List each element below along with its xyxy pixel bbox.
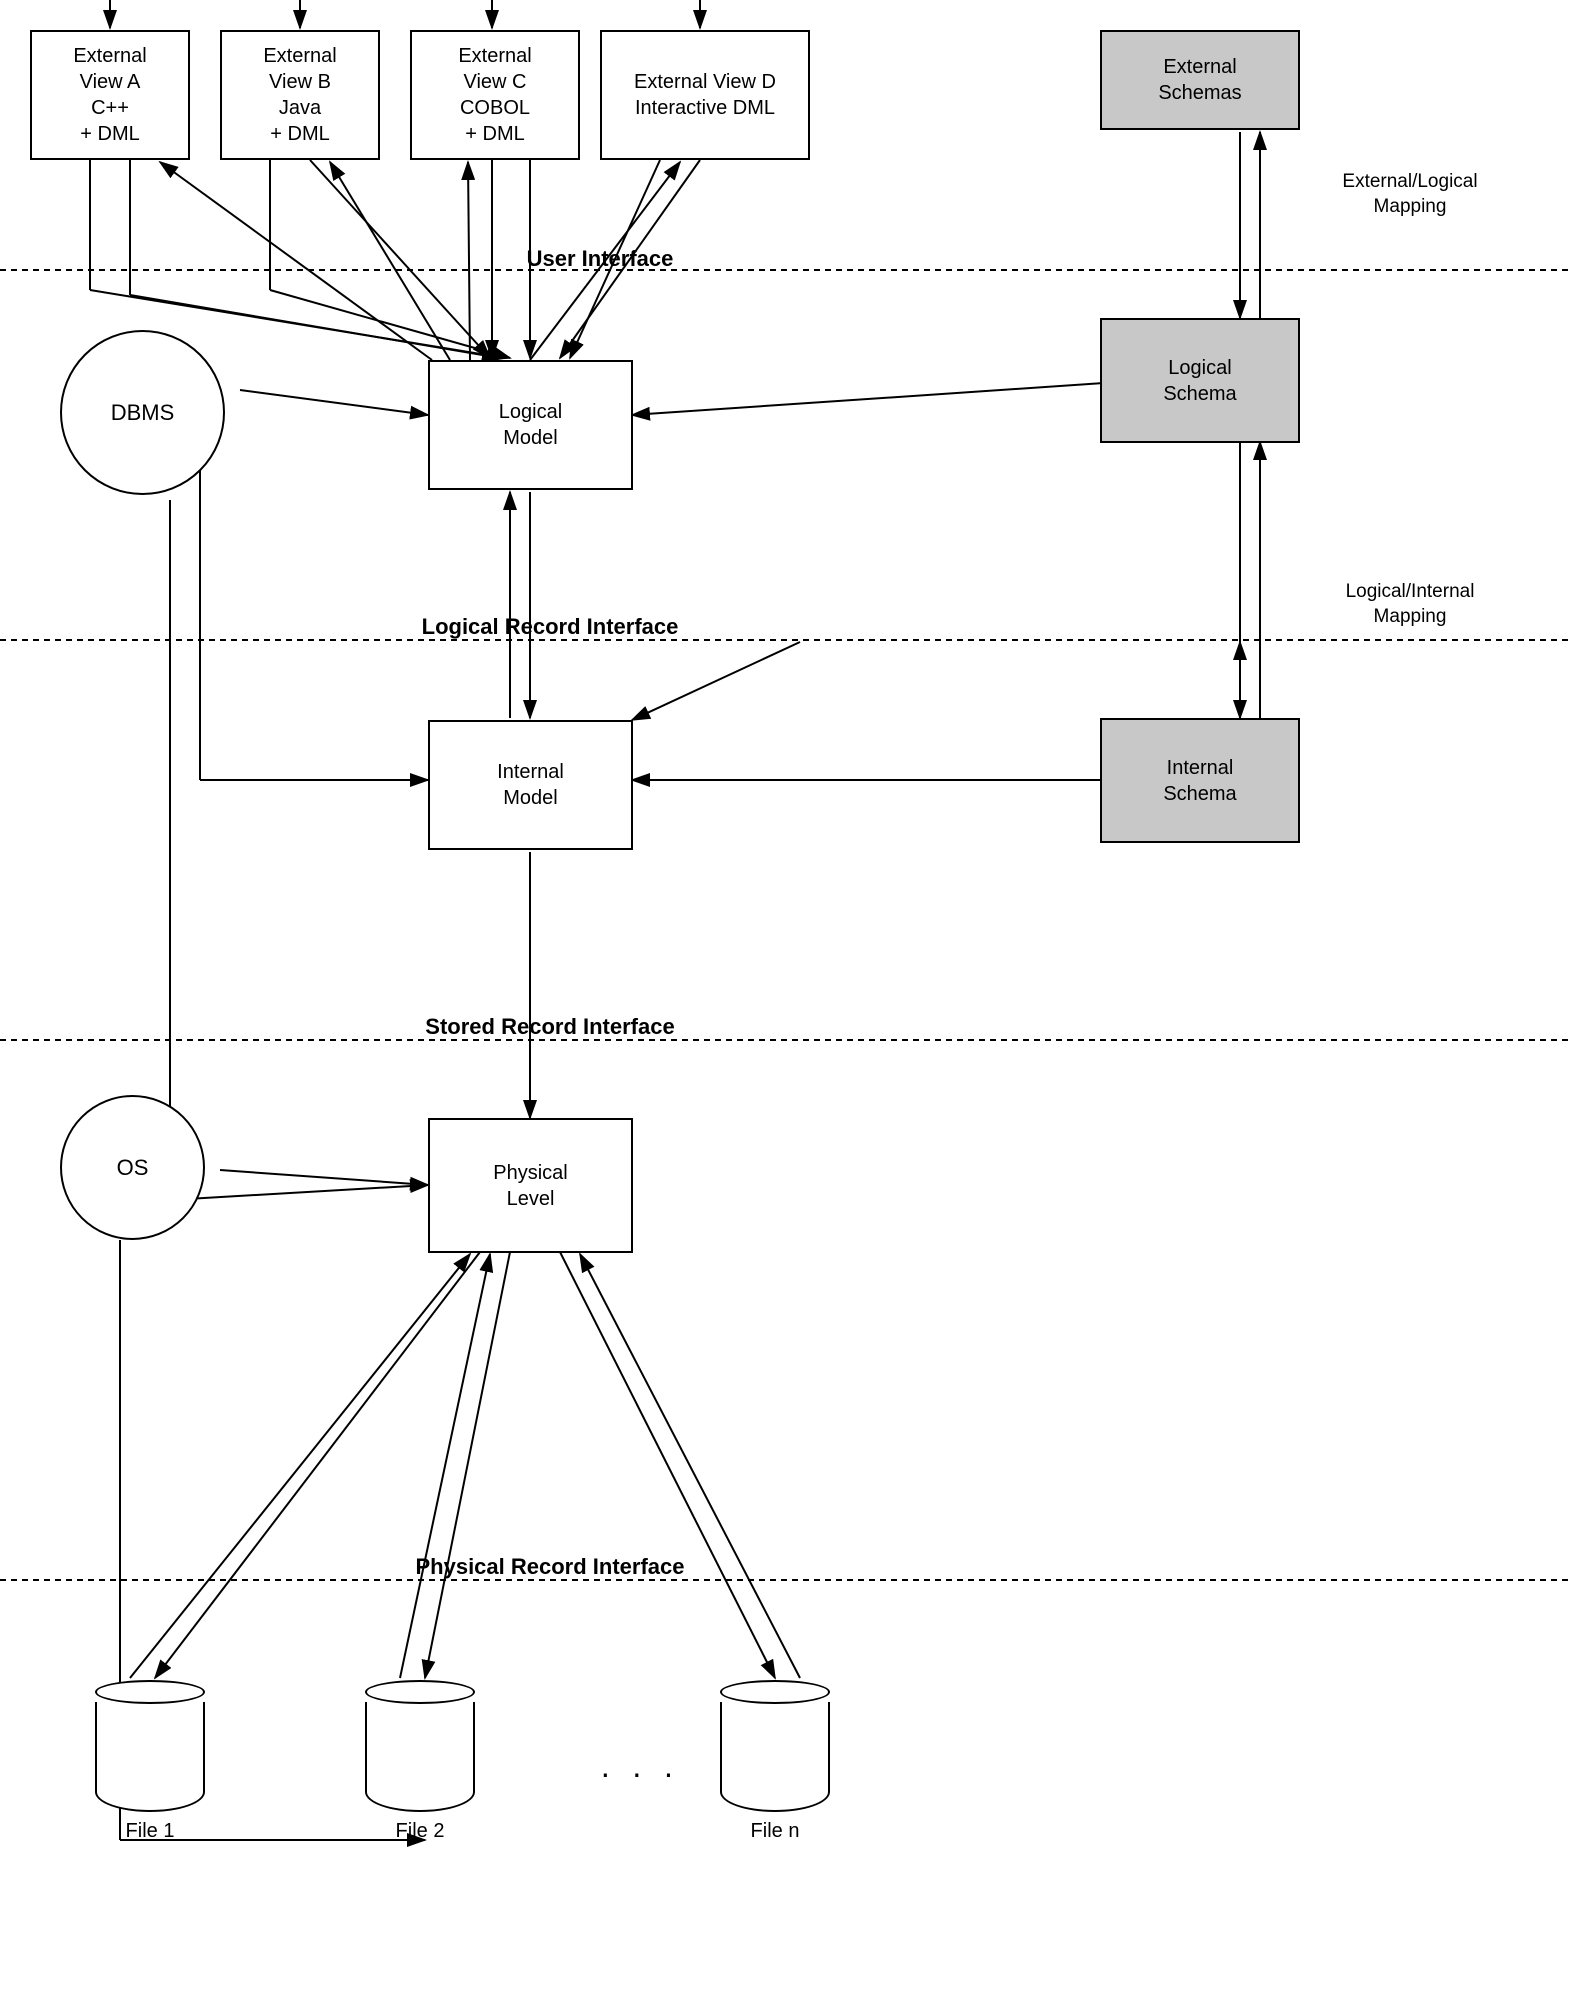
logical-schema-label: LogicalSchema [1163,355,1236,407]
file1-cylinder: File 1 [95,1680,205,1843]
os-label: OS [117,1155,149,1181]
logical-schema-box: LogicalSchema [1100,318,1300,443]
external-schemas-label: ExternalSchemas [1158,54,1241,106]
dbms-circle: DBMS [60,330,225,495]
filen-cylinder-body [720,1702,830,1812]
internal-schema-box: InternalSchema [1100,718,1300,843]
user-interface-label: User Interface [350,246,850,272]
ext-view-c-box: External View C COBOL + DML [410,30,580,160]
filen-cylinder: File n [720,1680,830,1843]
ext-view-d-box: External View D Interactive DML [600,30,810,160]
file2-cylinder-top [365,1680,475,1704]
external-schemas-box: ExternalSchemas [1100,30,1300,130]
filen-label: File n [751,1820,800,1843]
logical-record-interface-label: Logical Record Interface [200,614,900,640]
logical-model-box: LogicalModel [428,360,633,490]
ext-view-c-label: External View C COBOL + DML [458,43,531,147]
logical-model-label: LogicalModel [499,399,562,451]
file-dots: · · · [600,1755,680,1792]
ext-view-a-box: External View A C++ + DML [30,30,190,160]
os-circle: OS [60,1095,205,1240]
physical-level-box: PhysicalLevel [428,1118,633,1253]
internal-model-box: InternalModel [428,720,633,850]
file2-cylinder: File 2 [365,1680,475,1843]
ext-view-b-box: External View B Java + DML [220,30,380,160]
stored-record-interface-label: Stored Record Interface [200,1014,900,1040]
physical-record-interface-label: Physical Record Interface [200,1554,900,1580]
filen-cylinder-top [720,1680,830,1704]
file2-cylinder-body [365,1702,475,1812]
diagram-container: External View A C++ + DML External View … [0,0,1572,1999]
internal-schema-label: InternalSchema [1163,755,1236,807]
file1-cylinder-body [95,1702,205,1812]
dbms-label: DBMS [111,400,175,426]
internal-model-label: InternalModel [497,759,564,811]
ext-view-a-label: External View A C++ + DML [73,43,146,147]
logical-internal-mapping-label: Logical/InternalMapping [1310,580,1510,629]
ext-view-b-label: External View B Java + DML [263,43,336,147]
file1-label: File 1 [126,1820,175,1843]
physical-level-label: PhysicalLevel [493,1160,567,1212]
file2-label: File 2 [396,1820,445,1843]
ext-logical-mapping-label: External/LogicalMapping [1310,170,1510,219]
ext-view-d-label: External View D Interactive DML [634,69,776,121]
file1-cylinder-top [95,1680,205,1704]
